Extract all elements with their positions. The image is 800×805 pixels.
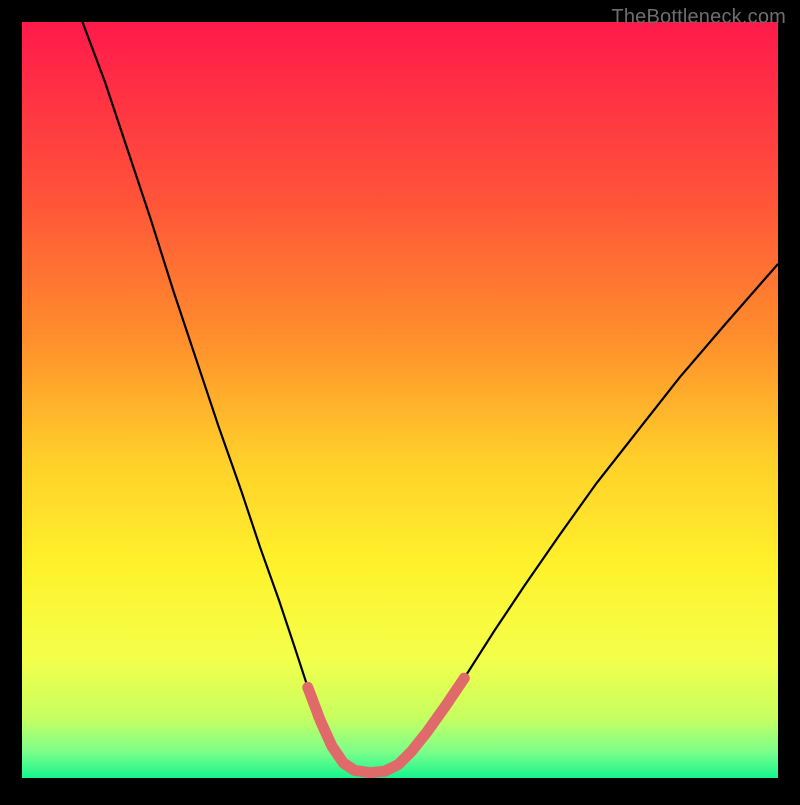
gradient-background xyxy=(22,22,778,778)
chart-svg xyxy=(0,0,800,800)
watermark-text: TheBottleneck.com xyxy=(611,6,786,29)
bottleneck-chart xyxy=(0,0,800,800)
